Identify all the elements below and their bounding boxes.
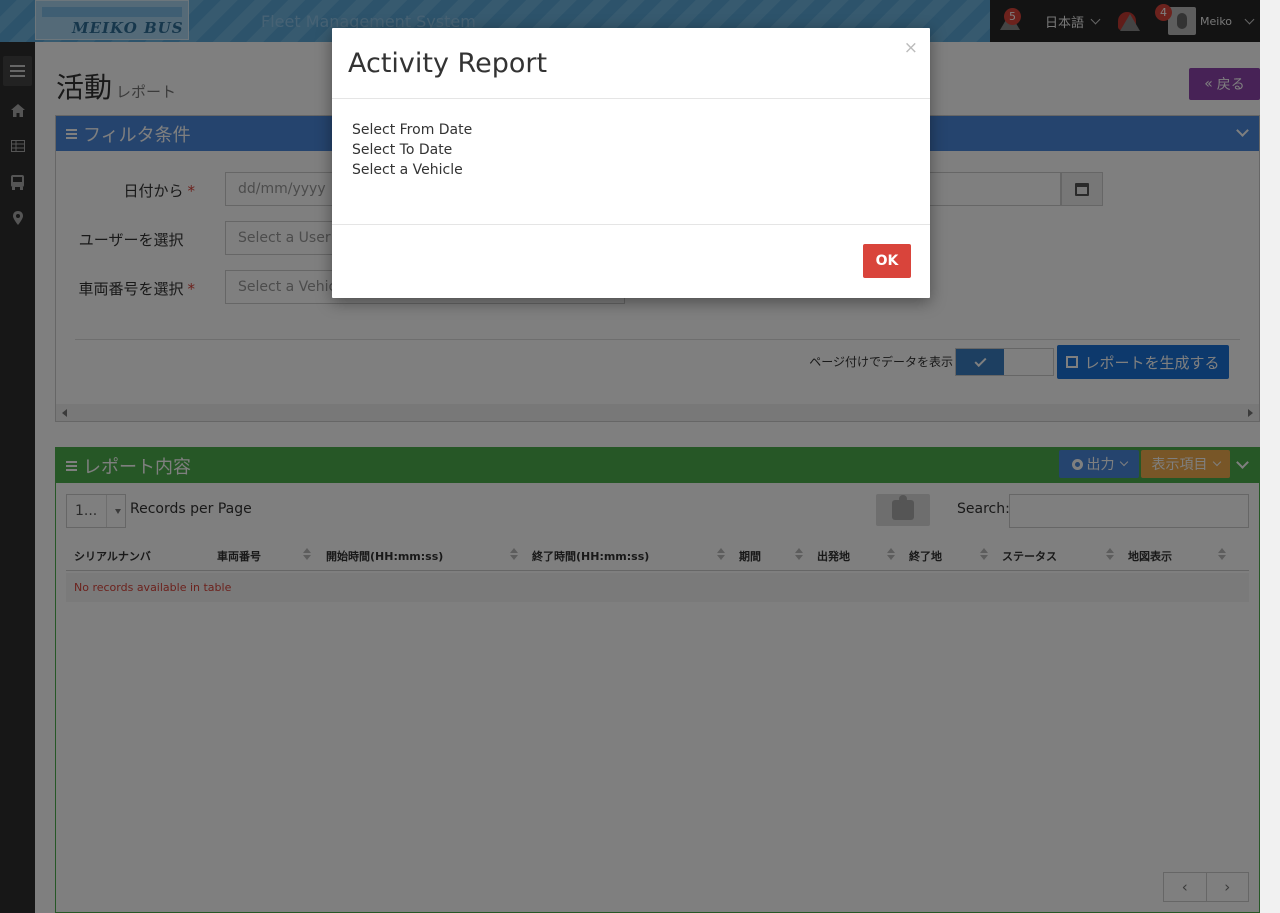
modal-message: Select a Vehicle [352,162,463,178]
modal-footer-divider [332,224,930,225]
modal-body: Select From Date Select To Date Select a… [352,120,472,180]
page-scrollbar[interactable] [1260,0,1280,913]
activity-report-modal: Activity Report × Select From Date Selec… [332,28,930,298]
modal-title: Activity Report [348,48,548,79]
modal-message: Select To Date [352,142,453,158]
modal-header-divider [332,98,930,99]
modal-message: Select From Date [352,122,473,138]
close-icon[interactable]: × [904,38,918,58]
ok-button[interactable]: OK [863,244,911,278]
